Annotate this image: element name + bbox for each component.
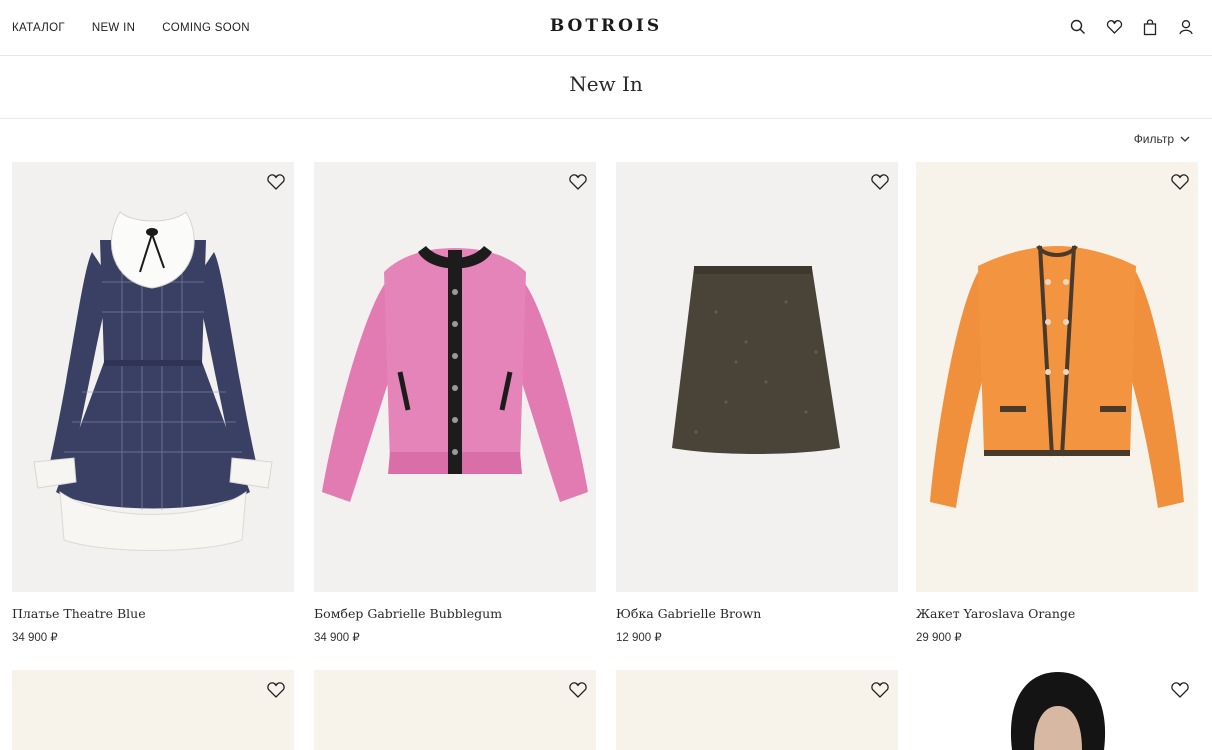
product-card[interactable]: Жакет Yaroslava Orange 29 900 ₽ <box>916 162 1198 645</box>
product-image-skirt[interactable] <box>616 162 898 592</box>
product-price: 12 900 ₽ <box>616 632 662 644</box>
site-logo[interactable]: BOTROIS <box>0 15 1212 37</box>
product-price: 29 900 ₽ <box>916 632 962 644</box>
product-image-model[interactable] <box>916 670 1198 750</box>
bag-icon[interactable] <box>1140 17 1160 37</box>
favorite-heart-icon[interactable] <box>870 172 890 192</box>
title-bar: New In <box>0 57 1212 119</box>
product-image[interactable] <box>616 670 898 750</box>
product-image-dress[interactable] <box>12 162 294 592</box>
filter-dropdown[interactable]: Фильтр <box>1134 132 1190 146</box>
product-price: 34 900 ₽ <box>12 632 58 644</box>
account-icon[interactable] <box>1176 17 1196 37</box>
jacket-illustration <box>930 244 1184 508</box>
favorite-heart-icon[interactable] <box>266 680 286 700</box>
bomber-illustration <box>322 246 588 502</box>
product-card[interactable] <box>314 670 596 750</box>
product-card[interactable]: Юбка Gabrielle Brown 12 900 ₽ <box>616 162 898 645</box>
dress-illustration <box>33 211 273 551</box>
favorite-heart-icon[interactable] <box>266 172 286 192</box>
skirt-illustration <box>672 266 840 454</box>
product-image[interactable] <box>314 670 596 750</box>
product-name[interactable]: Бомбер Gabrielle Bubblegum <box>314 606 596 622</box>
search-icon[interactable] <box>1068 17 1088 37</box>
model-hair-illustration <box>1010 672 1106 750</box>
product-card[interactable]: Платье Theatre Blue 34 900 ₽ <box>12 162 294 645</box>
product-card[interactable] <box>916 670 1198 750</box>
favorite-heart-icon[interactable] <box>870 680 890 700</box>
favorite-heart-icon[interactable] <box>1170 680 1190 700</box>
product-name[interactable]: Жакет Yaroslava Orange <box>916 606 1198 622</box>
product-name[interactable]: Юбка Gabrielle Brown <box>616 606 898 622</box>
product-card[interactable] <box>616 670 898 750</box>
favorite-heart-icon[interactable] <box>1170 172 1190 192</box>
header-icons <box>1068 17 1212 37</box>
product-card[interactable] <box>12 670 294 750</box>
wishlist-heart-icon[interactable] <box>1104 17 1124 37</box>
product-price: 34 900 ₽ <box>314 632 360 644</box>
product-image[interactable] <box>12 670 294 750</box>
chevron-down-icon <box>1180 136 1190 142</box>
product-image-bomber[interactable] <box>314 162 596 592</box>
page-title: New In <box>569 72 643 96</box>
filter-label: Фильтр <box>1133 132 1174 146</box>
product-image-jacket[interactable] <box>916 162 1198 592</box>
product-card[interactable]: Бомбер Gabrielle Bubblegum 34 900 ₽ <box>314 162 596 645</box>
product-name[interactable]: Платье Theatre Blue <box>12 606 294 622</box>
favorite-heart-icon[interactable] <box>568 680 588 700</box>
site-header: КАТАЛОГ NEW IN COMING SOON BOTROIS <box>0 0 1212 56</box>
favorite-heart-icon[interactable] <box>568 172 588 192</box>
